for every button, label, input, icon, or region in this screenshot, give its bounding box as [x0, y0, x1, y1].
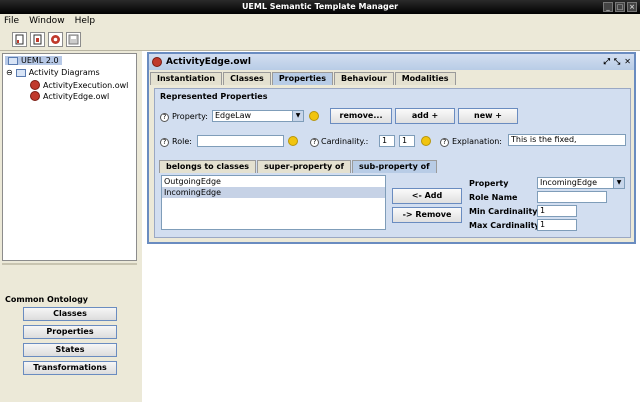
- new-button[interactable]: new +: [458, 108, 518, 124]
- open-document-icon[interactable]: [30, 32, 45, 47]
- states-button[interactable]: States: [23, 343, 117, 357]
- editor-controls: ⤢ ⤡ ✕: [603, 57, 631, 67]
- represented-properties-title: Represented Properties: [160, 92, 268, 101]
- min-cardinality-label: Min Cardinality: [469, 207, 538, 216]
- explanation-label: Explanation:: [452, 137, 502, 146]
- relation-subtabs: belongs to classes super-property of sub…: [159, 160, 437, 173]
- owl-file-icon: [152, 57, 162, 67]
- detail-property-label: Property: [469, 179, 509, 188]
- cardinality-label: Cardinality.:: [321, 137, 369, 146]
- list-add-button[interactable]: <- Add: [392, 188, 462, 204]
- tree-item[interactable]: ActivityExecution.owl: [30, 80, 128, 90]
- property-combo[interactable]: EdgeLaw ▼: [212, 110, 304, 122]
- detail-property-value: IncomingEdge: [540, 178, 598, 187]
- cardinality-min-field[interactable]: 1: [379, 135, 395, 147]
- tree-item-label: ActivityExecution.owl: [43, 80, 129, 90]
- tab-behaviour[interactable]: Behaviour: [333, 72, 394, 85]
- role-field[interactable]: [197, 135, 284, 147]
- lightbulb-icon[interactable]: [421, 136, 431, 146]
- menu-file[interactable]: File: [4, 14, 19, 29]
- subtab-super-property-of[interactable]: super-property of: [257, 160, 352, 173]
- list-item-selected[interactable]: IncomingEdge: [162, 187, 385, 198]
- help-icon[interactable]: ?: [310, 138, 319, 147]
- role-name-field[interactable]: [537, 191, 607, 203]
- maximize-icon[interactable]: □: [615, 2, 625, 12]
- max-cardinality-label: Max Cardinality: [469, 221, 540, 230]
- tree-root-label: UEML 2.0: [21, 56, 59, 65]
- restore-icon[interactable]: ⤢: [603, 57, 609, 67]
- tree-item-label: ActivityEdge.owl: [43, 91, 110, 101]
- editor-frame: ActivityEdge.owl ⤢ ⤡ ✕ Instantiation Cla…: [147, 52, 636, 244]
- property-label: Property:: [172, 112, 208, 121]
- window-title: UEML Semantic Template Manager: [241, 2, 399, 11]
- chevron-down-icon[interactable]: ▼: [613, 178, 624, 188]
- min-cardinality-field[interactable]: 1: [537, 205, 577, 217]
- property-combo-value: EdgeLaw: [215, 111, 252, 120]
- ontology-tree: UEML 2.0 ⊖ Activity Diagrams ActivityExe…: [2, 53, 137, 261]
- remove-button[interactable]: remove...: [330, 108, 392, 124]
- owl-file-icon: [30, 91, 40, 101]
- properties-button[interactable]: Properties: [23, 325, 117, 339]
- role-name-label: Role Name: [469, 193, 518, 202]
- detail-property-combo[interactable]: IncomingEdge ▼: [537, 177, 625, 189]
- help-icon[interactable]: ?: [160, 113, 169, 122]
- editor-tabs: Instantiation Classes Properties Behavio…: [149, 72, 634, 85]
- maximize-icon[interactable]: ⤡: [614, 57, 620, 67]
- tab-classes[interactable]: Classes: [223, 72, 271, 85]
- close-icon[interactable]: ×: [627, 2, 637, 12]
- role-label: Role:: [172, 137, 192, 146]
- minimize-icon[interactable]: _: [603, 2, 613, 12]
- editor-titlebar: ActivityEdge.owl ⤢ ⤡ ✕: [149, 54, 634, 70]
- owl-file-icon: [30, 80, 40, 90]
- save-disk-icon[interactable]: [66, 32, 81, 47]
- owl-file-icon[interactable]: [48, 32, 63, 47]
- editor-title: ActivityEdge.owl: [166, 57, 251, 67]
- add-button[interactable]: add +: [395, 108, 455, 124]
- max-cardinality-field[interactable]: 1: [537, 219, 577, 231]
- tab-modalities[interactable]: Modalities: [394, 72, 456, 85]
- window-controls: _ □ ×: [603, 2, 637, 12]
- subtab-sub-property-of[interactable]: sub-property of: [352, 160, 437, 173]
- common-ontology-title: Common Ontology: [5, 295, 89, 304]
- cardinality-max-field[interactable]: 1: [399, 135, 415, 147]
- folder-icon: [15, 68, 26, 77]
- lightbulb-icon[interactable]: [309, 111, 319, 121]
- help-icon[interactable]: ?: [160, 138, 169, 147]
- help-icon[interactable]: ?: [440, 138, 449, 147]
- folder-icon: [8, 56, 18, 65]
- explanation-field[interactable]: This is the fixed,: [508, 134, 626, 146]
- lightbulb-icon[interactable]: [288, 136, 298, 146]
- chevron-down-icon[interactable]: ▼: [292, 111, 303, 121]
- list-item[interactable]: OutgoingEdge: [162, 176, 385, 187]
- list-remove-button[interactable]: -> Remove: [392, 207, 462, 223]
- common-ontology-panel: Common Ontology Classes Properties State…: [2, 263, 137, 402]
- tab-instantiation[interactable]: Instantiation: [150, 72, 223, 85]
- subtab-belongs-to-classes[interactable]: belongs to classes: [159, 160, 257, 173]
- close-icon[interactable]: ✕: [624, 57, 631, 67]
- tree-folder-label: Activity Diagrams: [28, 68, 100, 77]
- sub-property-list[interactable]: OutgoingEdge IncomingEdge: [161, 175, 386, 230]
- toolbar: [0, 29, 640, 51]
- tree-item[interactable]: ActivityEdge.owl: [30, 91, 109, 101]
- expand-toggle-icon[interactable]: ⊖: [6, 68, 13, 77]
- menu-window[interactable]: Window: [29, 14, 65, 29]
- menu-help[interactable]: Help: [75, 14, 96, 29]
- classes-button[interactable]: Classes: [23, 307, 117, 321]
- tree-root[interactable]: UEML 2.0: [5, 56, 62, 65]
- new-document-icon[interactable]: [12, 32, 27, 47]
- tree-folder[interactable]: ⊖ Activity Diagrams: [6, 68, 100, 77]
- menu-bar: File Window Help: [0, 14, 640, 29]
- properties-panel: Represented Properties ? Property: EdgeL…: [154, 88, 631, 238]
- window-titlebar: UEML Semantic Template Manager _ □ ×: [0, 0, 640, 14]
- transformations-button[interactable]: Transformations: [23, 361, 117, 375]
- tab-properties[interactable]: Properties: [271, 72, 333, 85]
